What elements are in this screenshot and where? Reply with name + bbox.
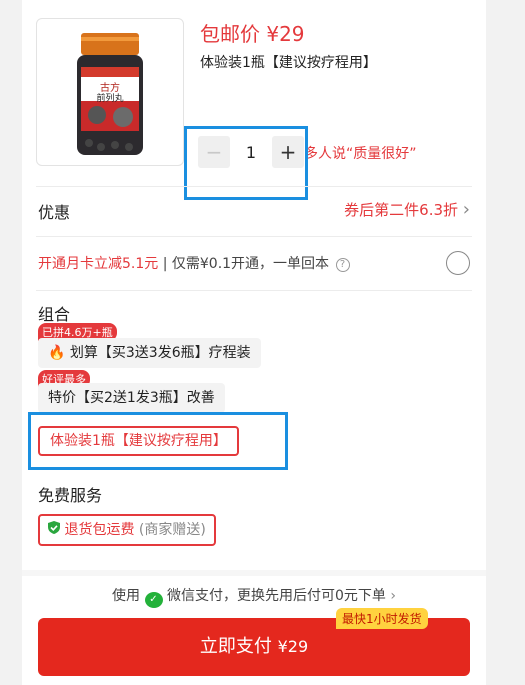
service-label: 退货包运费 xyxy=(64,522,135,538)
praise-tag: 多人说“质量很好” xyxy=(304,146,417,162)
section-separator xyxy=(22,570,486,576)
discount-title: 优惠 xyxy=(38,203,71,222)
monthly-card-offer: 开通月卡立减5.1元 xyxy=(38,256,159,272)
monthly-card-radio[interactable] xyxy=(446,251,470,275)
combo-option-label: 划算【买3送3发6瓶】疗程装 xyxy=(69,345,251,361)
combo-title: 组合 xyxy=(38,305,71,324)
monthly-card-separator: | xyxy=(162,256,168,272)
highlight-box-quantity xyxy=(184,126,308,200)
divider xyxy=(36,186,472,187)
free-return-shipping-service[interactable]: 退货包运费 (商家赠送) xyxy=(38,514,216,546)
divider xyxy=(36,236,472,237)
wechat-pay-icon: ✓ xyxy=(144,592,163,608)
chevron-right-icon: › xyxy=(390,588,396,604)
help-icon[interactable]: ? xyxy=(335,258,350,272)
pay-button-label: 立即支付 xyxy=(199,636,272,657)
divider xyxy=(36,290,472,291)
discount-value: 券后第二件6.3折 xyxy=(344,201,459,219)
combo-option-2[interactable]: 特价【买2送1发3瓶】改善 xyxy=(38,383,225,413)
flame-icon: 🔥 xyxy=(48,345,66,361)
service-note: (商家赠送) xyxy=(138,522,206,538)
payment-use-text: 使用 xyxy=(112,588,141,604)
fast-shipping-badge: 最快1小时发货 xyxy=(336,608,428,629)
shield-check-icon xyxy=(48,521,64,538)
combo-option-1[interactable]: 🔥 划算【买3送3发6瓶】疗程装 xyxy=(38,338,261,368)
product-bottle-image: 古方 前列丸 xyxy=(77,33,143,155)
bottle-name-text: 前列丸 xyxy=(96,92,123,104)
services-title: 免费服务 xyxy=(38,486,103,505)
combo-option-label: 特价【买2送1发3瓶】改善 xyxy=(48,390,215,406)
monthly-card-row[interactable]: 开通月卡立减5.1元 | 仅需¥0.1开通，一单回本 ? xyxy=(38,253,350,273)
product-thumbnail: 古方 前列丸 xyxy=(36,18,184,166)
chevron-right-icon: › xyxy=(462,199,470,220)
order-sheet: 古方 前列丸 包邮价 ¥29 体验装1瓶【建议按疗程用】 − 1 + 多人说“质… xyxy=(22,0,486,685)
price-label: 包邮价 ¥29 xyxy=(200,22,305,46)
highlight-box-variant xyxy=(28,412,288,470)
pay-button-amount: ¥29 xyxy=(277,637,309,656)
payment-method-row[interactable]: 使用 ✓ 微信支付，更换先用后付可0元下单 › xyxy=(22,585,486,608)
bottle-brand-text: 古方 xyxy=(100,81,120,94)
monthly-card-detail: 仅需¥0.1开通，一单回本 xyxy=(171,256,330,272)
discount-row[interactable]: 券后第二件6.3折 › xyxy=(344,199,470,220)
payment-method-text: 微信支付，更换先用后付可0元下单 xyxy=(166,588,386,604)
selected-variant-title: 体验装1瓶【建议按疗程用】 xyxy=(200,55,377,71)
